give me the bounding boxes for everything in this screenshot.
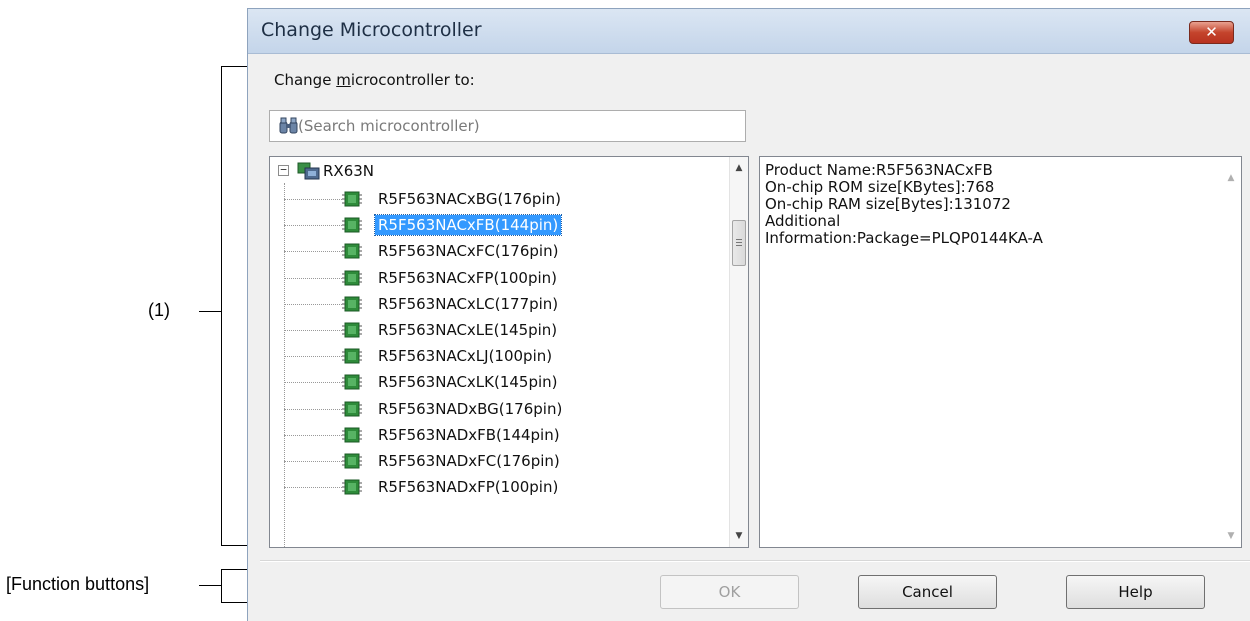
chip-icon (342, 322, 362, 338)
annotation-region-1-bracket-bottom (221, 545, 247, 546)
dialog-title: Change Microcontroller (261, 19, 482, 41)
tree-branch-line (284, 199, 342, 200)
tree-item-label: R5F563NACxLC(177pin) (378, 295, 559, 313)
info-line: Information:Package=PLQP0144KA-A (765, 229, 1043, 247)
tree-branch-line (284, 330, 342, 331)
change-microcontroller-dialog: Change Microcontroller ✕ Change microcon… (247, 8, 1250, 621)
chip-icon (342, 401, 362, 417)
info-line: On-chip RAM size[Bytes]:131072 (765, 195, 1011, 213)
scroll-down-arrow-icon: ▼ (1227, 531, 1235, 541)
tree-item-microcontroller[interactable]: R5F563NACxBG(176pin) (284, 188, 724, 210)
device-group-icon (297, 162, 320, 180)
tree-branch-line (284, 225, 342, 226)
chip-icon (342, 427, 362, 443)
annotation-region-1-leader (199, 311, 221, 312)
tree-item-label: R5F563NADxBG(176pin) (378, 400, 563, 418)
thumb-grip-line (736, 245, 742, 246)
tree-branch-line (284, 278, 342, 279)
cancel-button[interactable]: Cancel (858, 575, 997, 609)
info-text: Product Name:R5F563NACxFB On-chip ROM siz… (765, 162, 1043, 247)
chip-icon (342, 348, 362, 364)
search-microcontroller-input[interactable]: (Search microcontroller) (269, 110, 746, 142)
tree-item-microcontroller[interactable]: R5F563NADxFB(144pin) (284, 424, 724, 446)
ok-button[interactable]: OK (660, 575, 799, 609)
title-bar[interactable]: Change Microcontroller ✕ (248, 9, 1250, 54)
chip-icon (342, 191, 362, 207)
thumb-grip-line (736, 239, 742, 240)
info-line: Product Name:R5F563NACxFB (765, 161, 993, 179)
chip-icon (342, 296, 362, 312)
chip-icon (342, 453, 362, 469)
thumb-grip-line (736, 242, 742, 243)
scroll-up-arrow-icon: ▲ (1227, 173, 1235, 183)
collapse-icon[interactable]: − (278, 164, 289, 176)
tree-branch-line (284, 304, 342, 305)
annotation-function-buttons-bracket-top (221, 569, 247, 570)
close-button[interactable]: ✕ (1189, 21, 1234, 44)
info-line: On-chip ROM size[KBytes]:768 (765, 178, 995, 196)
tree-node-label: RX63N (323, 162, 375, 180)
tree-branch-line (284, 356, 342, 357)
change-microcontroller-label: Change microcontroller to: (274, 71, 475, 89)
tree-item-label: R5F563NADxFB(144pin) (378, 426, 560, 444)
tree-item-microcontroller[interactable]: R5F563NADxFP(100pin) (284, 476, 724, 498)
tree-item-microcontroller[interactable]: R5F563NACxLC(177pin) (284, 293, 724, 315)
tree-item-label: R5F563NADxFC(176pin) (378, 452, 560, 470)
chip-icon (342, 374, 362, 390)
button-separator (260, 560, 1250, 562)
tree-item-label: R5F563NACxLE(145pin) (378, 321, 558, 339)
annotation-function-buttons-bracket-bottom (221, 602, 247, 603)
scroll-down-arrow-icon[interactable]: ▼ (730, 527, 748, 545)
scrollbar-thumb[interactable] (732, 220, 746, 266)
tree-item-label: R5F563NACxFB(144pin) (373, 214, 563, 236)
tree-branch-line (284, 487, 342, 488)
binoculars-search-icon[interactable] (279, 117, 299, 135)
tree-branch-line (284, 382, 342, 383)
tree-branch-line (284, 251, 342, 252)
tree-item-microcontroller[interactable]: R5F563NADxFC(176pin) (284, 450, 724, 472)
tree-item-microcontroller[interactable]: R5F563NACxLE(145pin) (284, 319, 724, 341)
info-vertical-scrollbar: ▲ ▼ (1222, 157, 1241, 547)
annotation-region-1-bracket (221, 66, 222, 546)
tree-item-microcontroller[interactable]: R5F563NACxLJ(100pin) (284, 345, 724, 367)
annotation-function-buttons-leader (199, 585, 221, 586)
tree-vertical-scrollbar[interactable]: ▲ ▼ (729, 157, 748, 547)
tree-item-microcontroller[interactable]: R5F563NACxFC(176pin) (284, 240, 724, 262)
chip-icon (342, 479, 362, 495)
chip-icon (342, 217, 362, 233)
annotation-region-1-bracket-top (221, 66, 247, 67)
tree-item-label: R5F563NACxFC(176pin) (378, 242, 559, 260)
tree-item-label: R5F563NADxFP(100pin) (378, 478, 559, 496)
tree-item-microcontroller[interactable]: R5F563NADxBG(176pin) (284, 398, 724, 420)
annotation-function-buttons-bracket (221, 569, 222, 602)
info-line: Additional (765, 212, 841, 230)
chip-icon (342, 270, 362, 286)
tree-item-microcontroller[interactable]: R5F563NACxLK(145pin) (284, 371, 724, 393)
annotation-region-1-label: (1) (148, 300, 170, 320)
help-button[interactable]: Help (1066, 575, 1205, 609)
tree-branch-line (284, 409, 342, 410)
tree-item-microcontroller[interactable]: R5F563NACxFP(100pin) (284, 267, 724, 289)
microcontroller-info-panel: Product Name:R5F563NACxFB On-chip ROM siz… (759, 156, 1242, 548)
scroll-up-arrow-icon[interactable]: ▲ (730, 159, 748, 177)
search-placeholder: (Search microcontroller) (298, 117, 480, 135)
tree-item-label: R5F563NACxLJ(100pin) (378, 347, 553, 365)
close-icon: ✕ (1205, 23, 1218, 41)
tree-branch-line (284, 435, 342, 436)
tree-branch-line (284, 461, 342, 462)
tree-item-label: R5F563NACxBG(176pin) (378, 190, 561, 208)
tree-item-label: R5F563NACxLK(145pin) (378, 373, 558, 391)
chip-icon (342, 243, 362, 259)
tree-item-microcontroller[interactable]: R5F563NACxFB(144pin) (284, 214, 724, 236)
annotation-function-buttons-label: [Function buttons] (6, 574, 150, 594)
microcontroller-tree[interactable]: − RX63N R5F563NACxBG(176pin) R5F563NACxFB… (269, 156, 749, 548)
tree-item-label: R5F563NACxFP(100pin) (378, 269, 557, 287)
